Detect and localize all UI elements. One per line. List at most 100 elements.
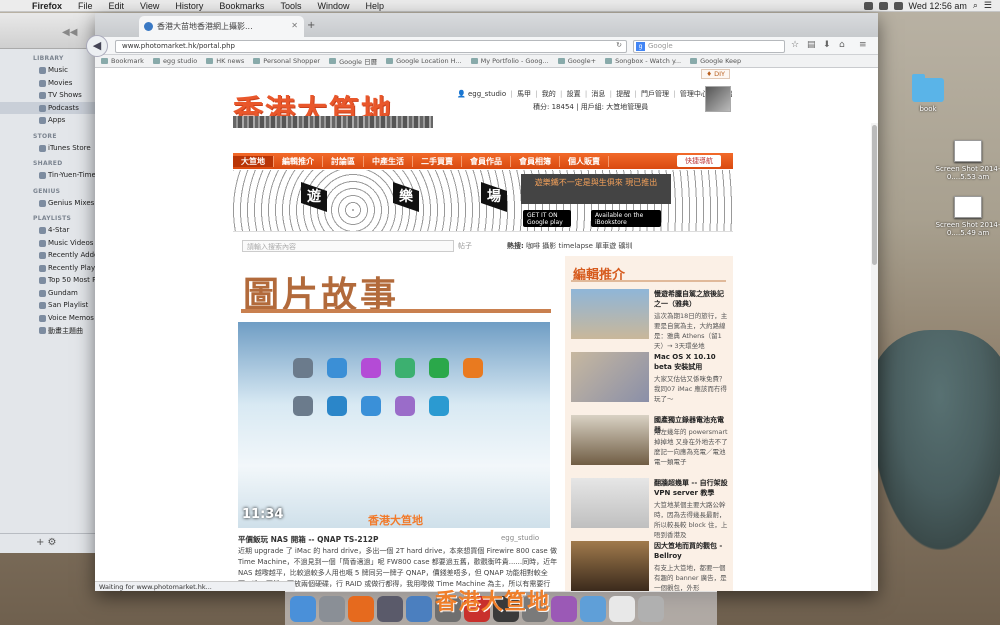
user-link[interactable]: 我的 <box>542 90 556 98</box>
user-link[interactable]: 設置 <box>567 90 581 98</box>
bookmark-item[interactable]: Personal Shopper <box>253 57 320 65</box>
bookmark-item[interactable]: Songbox - Watch y... <box>605 57 681 65</box>
itunes-sidebar-item[interactable]: Recently Played <box>0 262 95 275</box>
menu-file[interactable]: File <box>70 1 101 11</box>
itunes-sidebar-item[interactable]: Top 50 Most Pla <box>0 274 95 287</box>
itunes-sidebar-item[interactable]: 4-Star <box>0 224 95 237</box>
bookmark-star-icon[interactable]: ☆ <box>791 40 799 50</box>
hot-search-link[interactable]: 單車遊 <box>595 242 616 250</box>
itunes-sidebar-item[interactable]: San Playlist <box>0 299 95 312</box>
itunes-sidebar-item[interactable]: 動畫主題曲 <box>0 324 95 337</box>
avatar[interactable] <box>705 86 731 112</box>
itunes-sidebar-item[interactable]: Tin-Yuen-Time(C <box>0 169 95 182</box>
itunes-sidebar-item[interactable]: Voice Memos <box>0 312 95 325</box>
menu-window[interactable]: Window <box>309 1 357 11</box>
itunes-sidebar-item[interactable]: Apps <box>0 114 95 127</box>
bookmark-item[interactable]: Google+ <box>557 57 596 65</box>
hot-search-link[interactable]: 攝影 <box>542 242 556 250</box>
new-tab-button[interactable]: + <box>307 20 315 31</box>
url-bar[interactable]: www.photomarket.hk/portal.php ↻ <box>115 40 627 53</box>
file-stack-icon[interactable] <box>609 595 635 622</box>
itunes-sidebar-item[interactable]: Genius Mixes <box>0 197 95 210</box>
downloads-icon[interactable]: ⬇ <box>823 40 831 50</box>
user-link[interactable]: 消息 <box>591 90 605 98</box>
menu-tools[interactable]: Tools <box>272 1 309 11</box>
iphoto-icon[interactable] <box>406 595 432 622</box>
hot-search-link[interactable]: 礦圳 <box>618 242 632 250</box>
google-search-engine-icon[interactable]: g <box>636 42 645 51</box>
firefox-menu-icon[interactable]: ≡ <box>859 40 867 50</box>
username[interactable]: egg_studio <box>468 90 506 98</box>
editor-pick-title[interactable]: 翻牆超幾單 -- 自行架設 VPN server 教學 <box>654 478 730 498</box>
menu-app-name[interactable]: Firefox <box>24 1 70 11</box>
documents-folder-icon[interactable] <box>580 595 606 622</box>
menubar-clock[interactable]: Wed 12:56 am <box>909 1 967 11</box>
itunes-dock-icon[interactable] <box>377 595 403 622</box>
hot-search-link[interactable]: 咖啡 <box>526 242 540 250</box>
editor-pick-thumbnail[interactable] <box>571 478 649 528</box>
back-button[interactable]: ◀ <box>86 35 108 57</box>
desktop-folder-book[interactable]: book <box>893 74 963 113</box>
itunes-sidebar-item[interactable]: Gundam <box>0 287 95 300</box>
hot-search-link[interactable]: timelapse <box>559 242 593 250</box>
user-group[interactable]: 用戶組: 大笪地管理員 <box>581 103 649 111</box>
rewind-icon[interactable]: ◀◀ <box>62 27 77 38</box>
site-nav-item[interactable]: 中產生活 <box>364 155 413 167</box>
user-link[interactable]: 管理中心 <box>680 90 708 98</box>
tab-close-icon[interactable]: ✕ <box>291 21 298 30</box>
bookmark-item[interactable]: My Portfolio - Goog... <box>470 57 549 65</box>
itunes-icon[interactable] <box>551 595 577 622</box>
user-link[interactable]: 提醒 <box>616 90 630 98</box>
site-nav-item[interactable]: 二手買賣 <box>413 155 462 167</box>
menu-history[interactable]: History <box>167 1 211 11</box>
article-author[interactable]: egg_studio <box>501 534 539 542</box>
itunes-sidebar-item[interactable]: iTunes Store <box>0 142 95 155</box>
launchpad-icon[interactable] <box>319 595 345 622</box>
site-nav-item[interactable]: 會員相簿 <box>511 155 560 167</box>
trash-icon[interactable] <box>638 595 664 622</box>
editor-pick-item[interactable]: 慢遊希臘自駕之旅後記之一（雅典） 這次為期18日的旅行，主要是自駕為主，大約路線是… <box>571 289 731 350</box>
search-type-select[interactable]: 帖子 <box>458 241 472 251</box>
bookmark-item[interactable]: HK news <box>206 57 244 65</box>
bookmark-item[interactable]: Google Keep <box>690 57 741 65</box>
diy-link[interactable]: ♦ DIY <box>701 69 730 79</box>
page-scrollbar[interactable] <box>871 123 878 591</box>
menu-help[interactable]: Help <box>357 1 392 11</box>
site-nav-item[interactable]: 個人販賣 <box>560 155 609 167</box>
user-points[interactable]: 積分: 18454 <box>533 103 574 111</box>
scrollbar-thumb[interactable] <box>872 125 877 265</box>
site-nav-item[interactable]: 討論區 <box>323 155 364 167</box>
reload-icon[interactable]: ↻ <box>616 41 622 49</box>
itunes-bottom-controls[interactable]: + ⚙ <box>0 533 96 553</box>
bookmarks-menu-icon[interactable]: ▤ <box>807 40 816 50</box>
quick-nav-button[interactable]: 快捷導航 <box>677 155 721 167</box>
menu-view[interactable]: View <box>132 1 167 11</box>
notification-center-icon[interactable]: ☰ <box>984 0 992 11</box>
editor-pick-thumbnail[interactable] <box>571 541 649 591</box>
finder-icon[interactable] <box>290 595 316 622</box>
site-nav-item[interactable]: 編輯推介 <box>274 155 323 167</box>
bookmark-item[interactable]: Bookmark <box>101 57 144 65</box>
user-link[interactable]: 門戶管理 <box>641 90 669 98</box>
article-image[interactable]: 11:34 香港大笪地 <box>238 322 550 528</box>
status-wifi-icon[interactable] <box>863 1 873 10</box>
editor-pick-title[interactable]: 因大笪地而買的觀包 - Bellroy <box>654 541 730 561</box>
desktop-screenshot-2[interactable]: Screen Shot 2014-0....5.49 am <box>933 196 1000 237</box>
editor-pick-item[interactable]: Mac OS X 10.10 beta 安裝試用 大家又估估又係咪免費？我同07 … <box>571 352 731 410</box>
editor-pick-item[interactable]: 因大笪地而買的觀包 - Bellroy 有支上大笪地，都要一個有趣的 banner… <box>571 541 731 591</box>
itunes-sidebar-item[interactable]: Recently Added <box>0 249 95 262</box>
bookmark-item[interactable]: Google Location H... <box>386 57 462 65</box>
site-search-input[interactable]: 請輸入搜索內容 <box>242 240 454 252</box>
editor-pick-item[interactable]: 翻牆超幾單 -- 自行架設 VPN server 教學 大笪地某個主要大路公幹時，… <box>571 478 731 539</box>
itunes-sidebar-item[interactable]: Music <box>0 64 95 77</box>
editor-pick-item[interactable]: 國產獨立錄器電池充電器 用左幾年的 powersmart 掉掉地 又身在外地去不了… <box>571 415 731 473</box>
editor-pick-thumbnail[interactable] <box>571 289 649 339</box>
google-play-badge[interactable]: GET IT ON Google play <box>523 210 571 227</box>
itunes-sidebar-item[interactable]: Music Videos <box>0 237 95 250</box>
ibookstore-badge[interactable]: Available on the iBookstore <box>591 210 661 227</box>
spotlight-icon[interactable]: ⌕ <box>973 0 978 11</box>
site-nav-item[interactable]: 會員作品 <box>462 155 511 167</box>
menu-edit[interactable]: Edit <box>101 1 133 11</box>
itunes-sidebar-item[interactable]: Podcasts <box>0 101 95 114</box>
editor-pick-thumbnail[interactable] <box>571 415 649 465</box>
